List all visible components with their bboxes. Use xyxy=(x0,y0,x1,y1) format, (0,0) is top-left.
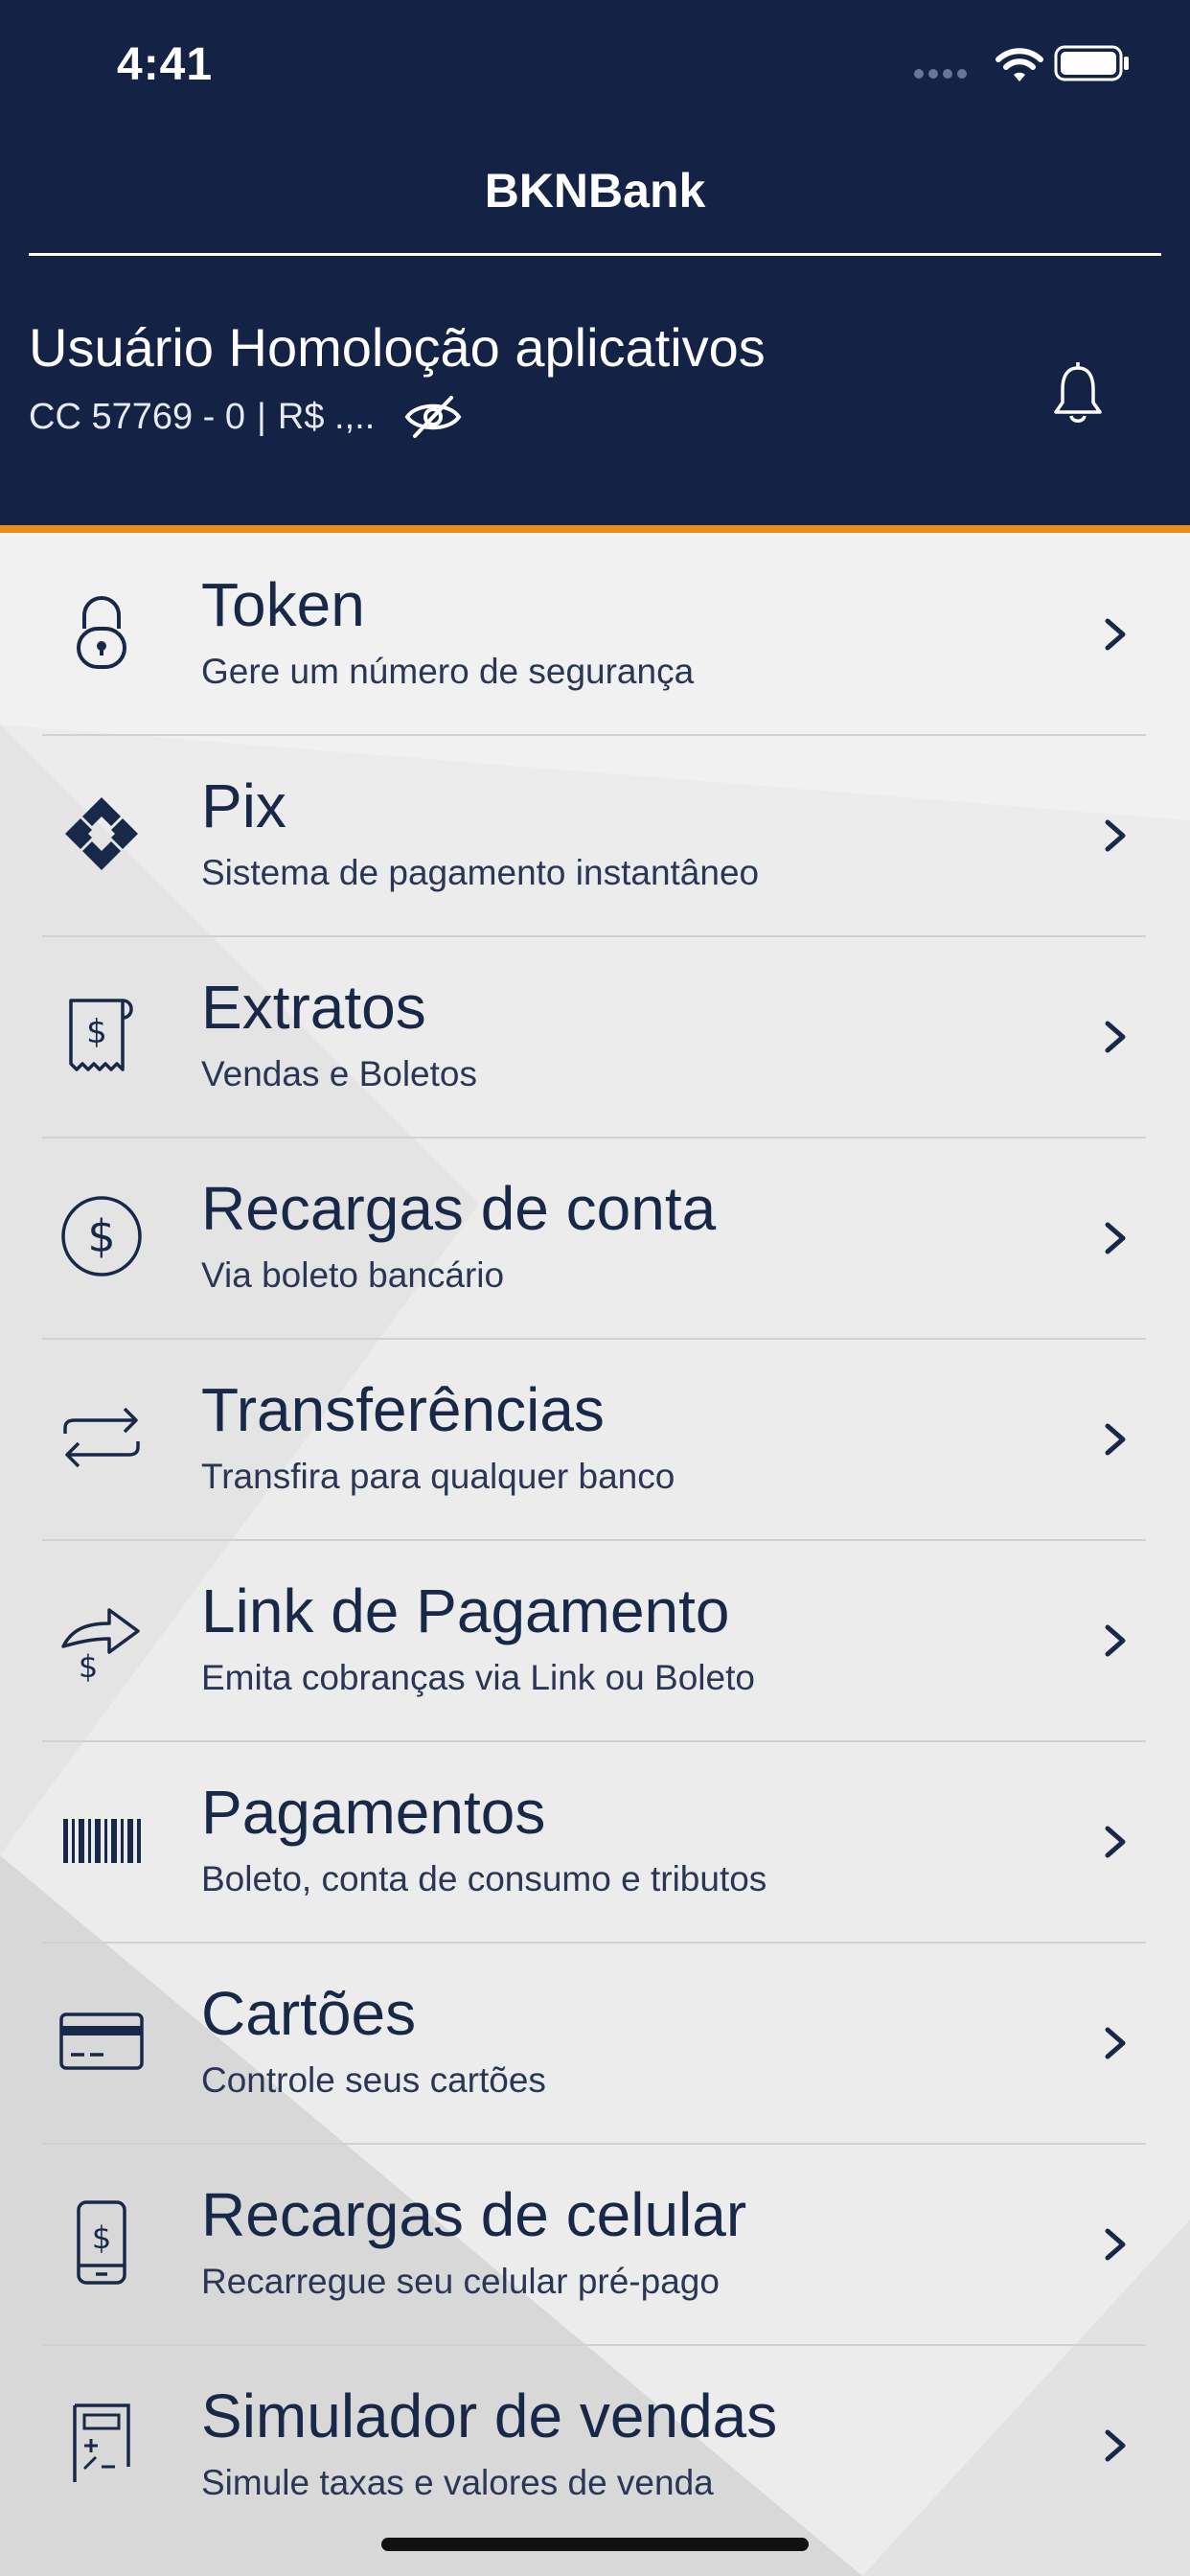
account-balance: R$ .,.. xyxy=(277,396,376,437)
chevron-right-icon xyxy=(1105,1423,1126,1456)
app-title: BKNBank xyxy=(484,164,706,218)
menu-item-subtitle: Sistema de pagamento instantâneo xyxy=(201,853,760,892)
menu-item-link-pagamento[interactable]: $ Link de Pagamento Emita cobranças via … xyxy=(42,1539,1146,1742)
menu-item-title: Recargas de celular xyxy=(201,2180,747,2249)
user-name: Usuário Homoloção aplicativos xyxy=(29,317,766,378)
chevron-right-icon xyxy=(1105,2228,1126,2261)
menu-item-recargas-celular[interactable]: $ Recargas de celular Recarregue seu cel… xyxy=(42,2143,1146,2346)
menu-list: Token Gere um número de segurança Pix Si… xyxy=(0,533,1190,2576)
menu-item-subtitle: Gere um número de segurança xyxy=(201,652,695,691)
menu-item-subtitle: Simule taxas e valores de venda xyxy=(201,2463,714,2496)
menu-item-title: Extratos xyxy=(201,973,426,1042)
menu-item-title: Token xyxy=(201,570,365,639)
chevron-right-icon xyxy=(1105,1624,1126,1657)
pix-icon xyxy=(65,797,138,870)
menu-item-pix[interactable]: Pix Sistema de pagamento instantâneo xyxy=(42,734,1146,937)
status-time: 4:41 xyxy=(117,39,214,90)
menu-item-recargas-conta[interactable]: $ Recargas de conta Via boleto bancário xyxy=(42,1137,1146,1340)
menu-item-simulador-vendas[interactable]: Simulador de vendas Simule taxas e valor… xyxy=(42,2344,1146,2536)
cellular-signal-icon xyxy=(914,69,968,79)
account-separator: | xyxy=(257,396,266,437)
wifi-icon xyxy=(995,48,1043,81)
menu-item-subtitle: Vendas e Boletos xyxy=(201,1054,477,1093)
account-info: CC 57769 - 0 | R$ .,.. xyxy=(29,393,463,441)
receipt-icon: $ xyxy=(69,999,133,1071)
menu-item-title: Simulador de vendas xyxy=(201,2381,778,2450)
menu-item-cartoes[interactable]: Cartões Controle seus cartões xyxy=(42,1942,1146,2145)
svg-text:$: $ xyxy=(87,1210,115,1262)
menu-item-title: Link de Pagamento xyxy=(201,1576,730,1645)
credit-card-icon xyxy=(59,2012,144,2070)
svg-text:$: $ xyxy=(86,1013,107,1051)
chevron-right-icon xyxy=(1105,618,1126,651)
chevron-right-icon xyxy=(1105,1021,1126,1053)
header-accent-line xyxy=(0,525,1190,533)
menu-item-transferencias[interactable]: Transferências Transfira para qualquer b… xyxy=(42,1338,1146,1541)
menu-item-subtitle: Boleto, conta de consumo e tributos xyxy=(201,1859,767,1898)
lock-icon xyxy=(77,596,126,669)
home-indicator[interactable] xyxy=(381,2538,809,2551)
menu-item-subtitle: Emita cobranças via Link ou Boleto xyxy=(201,1658,755,1697)
header-divider xyxy=(29,253,1161,256)
bell-icon[interactable] xyxy=(1052,362,1104,426)
menu-item-extratos[interactable]: $ Extratos Vendas e Boletos xyxy=(42,935,1146,1138)
transfer-arrows-icon xyxy=(63,1407,140,1468)
menu-item-subtitle: Controle seus cartões xyxy=(201,2060,546,2100)
menu-item-title: Cartões xyxy=(201,1979,417,2048)
menu-item-pagamentos[interactable]: Pagamentos Boleto, conta de consumo e tr… xyxy=(42,1740,1146,1944)
svg-text:$: $ xyxy=(92,2220,111,2256)
eye-slash-icon[interactable] xyxy=(403,393,463,441)
share-dollar-icon: $ xyxy=(61,1608,140,1685)
dollar-circle-icon: $ xyxy=(61,1196,142,1276)
menu-item-title: Recargas de conta xyxy=(201,1174,717,1243)
chevron-right-icon xyxy=(1105,2429,1126,2462)
chevron-right-icon xyxy=(1105,2027,1126,2059)
menu-item-subtitle: Via boleto bancário xyxy=(201,1255,505,1295)
chevron-right-icon xyxy=(1105,1222,1126,1254)
account-number: CC 57769 - 0 xyxy=(29,396,246,437)
menu-item-subtitle: Transfira para qualquer banco xyxy=(201,1457,675,1496)
menu-item-title: Pix xyxy=(201,771,286,840)
menu-item-title: Pagamentos xyxy=(201,1778,546,1847)
menu-item-token[interactable]: Token Gere um número de segurança xyxy=(42,533,1146,736)
chevron-right-icon xyxy=(1105,819,1126,852)
svg-text:$: $ xyxy=(79,1648,98,1685)
chevron-right-icon xyxy=(1105,1826,1126,1858)
calculator-icon xyxy=(73,2404,130,2482)
battery-icon xyxy=(1054,45,1129,81)
barcode-icon xyxy=(63,1819,141,1863)
menu-item-title: Transferências xyxy=(201,1375,605,1444)
menu-item-subtitle: Recarregue seu celular pré-pago xyxy=(201,2262,720,2301)
phone-dollar-icon: $ xyxy=(77,2200,126,2285)
app-header: 4:41 BKNBank Usuário Homoloção aplicativ… xyxy=(0,0,1190,525)
